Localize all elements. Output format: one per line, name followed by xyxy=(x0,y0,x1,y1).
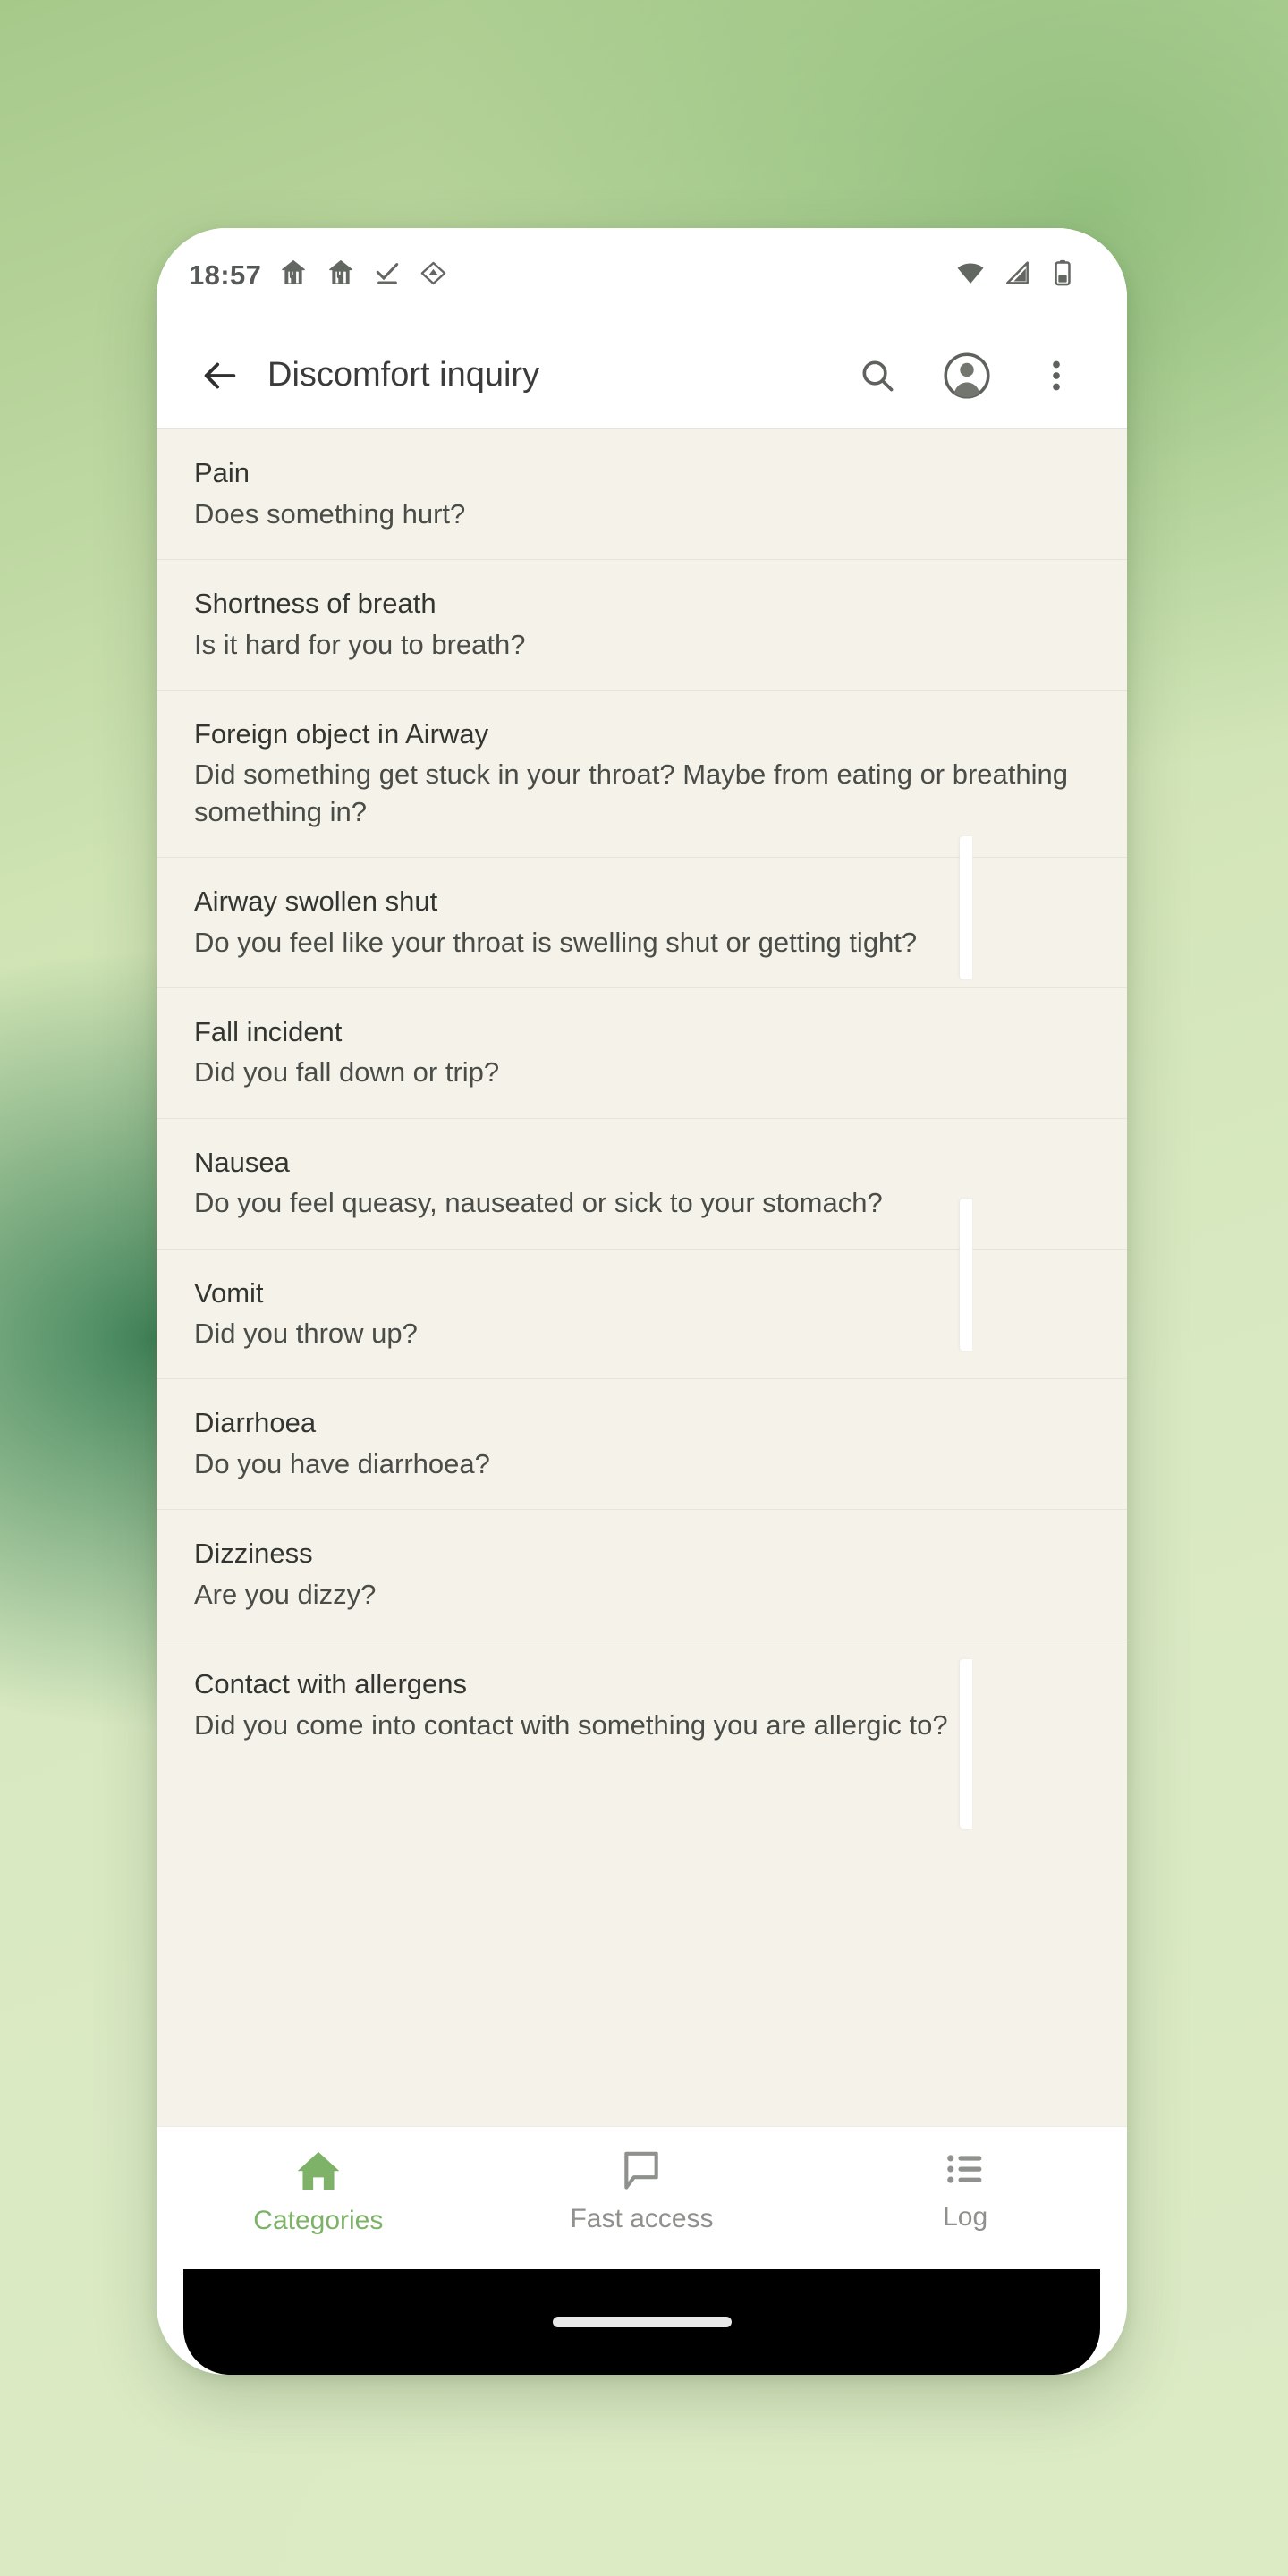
page-title: Discomfort inquiry xyxy=(267,356,540,394)
list-item[interactable]: Vomit Did you throw up? xyxy=(157,1249,1127,1380)
status-bar-right xyxy=(955,258,1075,292)
overflow-menu-button[interactable] xyxy=(1025,344,1088,407)
list-item-title: Contact with allergens xyxy=(194,1668,467,1700)
phone-screen: 18:57 Discomfort inquiry Pain Does somet… xyxy=(157,228,1127,2375)
list-item[interactable]: Dizziness Are you dizzy? xyxy=(157,1510,1127,1641)
search-icon xyxy=(862,360,894,391)
list-item-title: Dizziness xyxy=(194,1538,313,1570)
cellular-signal-icon xyxy=(1004,258,1032,292)
list-item-subtitle: Did something get stuck in your throat? … xyxy=(194,758,1069,827)
drive-icon xyxy=(419,258,448,292)
bottom-navigation: Categories Fast access Log xyxy=(157,2126,1127,2269)
list-item-title: Fall incident xyxy=(194,1015,343,1047)
nav-item-log[interactable]: Log xyxy=(876,2147,1055,2233)
list-item-subtitle: Do you have diarrhoea? xyxy=(194,1448,490,1480)
nav-item-fast-access[interactable]: Fast access xyxy=(552,2147,731,2234)
list-item[interactable]: Shortness of breath Is it hard for you t… xyxy=(157,559,1127,691)
app-bar-actions xyxy=(846,344,1088,407)
list-item-title: Vomit xyxy=(194,1276,264,1309)
list-item-subtitle: Do you feel queasy, nauseated or sick to… xyxy=(194,1187,883,1219)
list-item-title: Nausea xyxy=(194,1146,290,1178)
list-item-title: Foreign object in Airway xyxy=(194,717,489,750)
back-arrow-icon xyxy=(204,362,236,388)
status-bar: 18:57 xyxy=(157,228,1127,322)
symptom-list[interactable]: Pain Does something hurt? Shortness of b… xyxy=(157,429,1127,2126)
nav-item-categories[interactable]: Categories xyxy=(229,2147,408,2236)
list-item-title: Shortness of breath xyxy=(194,587,436,619)
status-bar-clock: 18:57 xyxy=(189,258,262,291)
search-button[interactable] xyxy=(846,344,909,407)
list-item[interactable]: Fall incident Did you fall down or trip? xyxy=(157,987,1127,1119)
list-item-subtitle: Does something hurt? xyxy=(194,497,466,530)
list-item-subtitle: Did you come into contact with something… xyxy=(194,1708,948,1741)
restaurant-icon xyxy=(326,258,356,292)
list-item-subtitle: Is it hard for you to breath? xyxy=(194,628,526,660)
phone-frame: 18:57 Discomfort inquiry Pain Does somet… xyxy=(157,228,1127,2375)
battery-icon xyxy=(1050,258,1075,292)
list-item[interactable]: Foreign object in Airway Did something g… xyxy=(157,690,1127,858)
task-done-icon xyxy=(373,258,402,292)
list-item-subtitle: Did you throw up? xyxy=(194,1318,418,1350)
list-icon xyxy=(947,2155,982,2183)
status-bar-left: 18:57 xyxy=(189,258,448,292)
list-item[interactable]: Diarrhoea Do you have diarrhoea? xyxy=(157,1379,1127,1511)
wifi-icon xyxy=(955,258,986,292)
nav-label: Log xyxy=(943,2202,988,2232)
home-gesture-pill[interactable] xyxy=(552,2317,732,2327)
list-item[interactable]: Pain Does something hurt? xyxy=(157,429,1127,560)
account-avatar-icon xyxy=(944,352,990,399)
list-item[interactable]: Nausea Do you feel queasy, nauseated or … xyxy=(157,1118,1127,1250)
speech-bubble-icon xyxy=(624,2151,659,2190)
overflow-menu-icon xyxy=(1053,360,1060,390)
list-item-subtitle: Did you fall down or trip? xyxy=(194,1056,500,1089)
app-bar: Discomfort inquiry xyxy=(157,322,1127,429)
list-item-title: Pain xyxy=(194,457,250,488)
gesture-navigation-bar xyxy=(183,2269,1100,2375)
list-item-title: Airway swollen shut xyxy=(194,885,438,917)
power-button[interactable] xyxy=(960,1659,972,1829)
list-item-subtitle: Are you dizzy? xyxy=(194,1579,377,1611)
home-icon xyxy=(297,2151,340,2190)
list-item[interactable]: Airway swollen shut Do you feel like you… xyxy=(157,857,1127,988)
list-item-title: Diarrhoea xyxy=(194,1407,317,1439)
nav-label: Fast access xyxy=(570,2204,714,2233)
list-item-subtitle: Do you feel like your throat is swelling… xyxy=(194,926,918,958)
volume-down-button[interactable] xyxy=(960,1199,972,1351)
back-button[interactable] xyxy=(187,343,253,409)
list-item[interactable]: Contact with allergens Did you come into… xyxy=(157,1640,1127,1771)
account-button[interactable] xyxy=(936,344,998,407)
volume-up-button[interactable] xyxy=(960,836,972,979)
restaurant-icon xyxy=(278,258,309,292)
nav-label: Categories xyxy=(253,2206,384,2235)
